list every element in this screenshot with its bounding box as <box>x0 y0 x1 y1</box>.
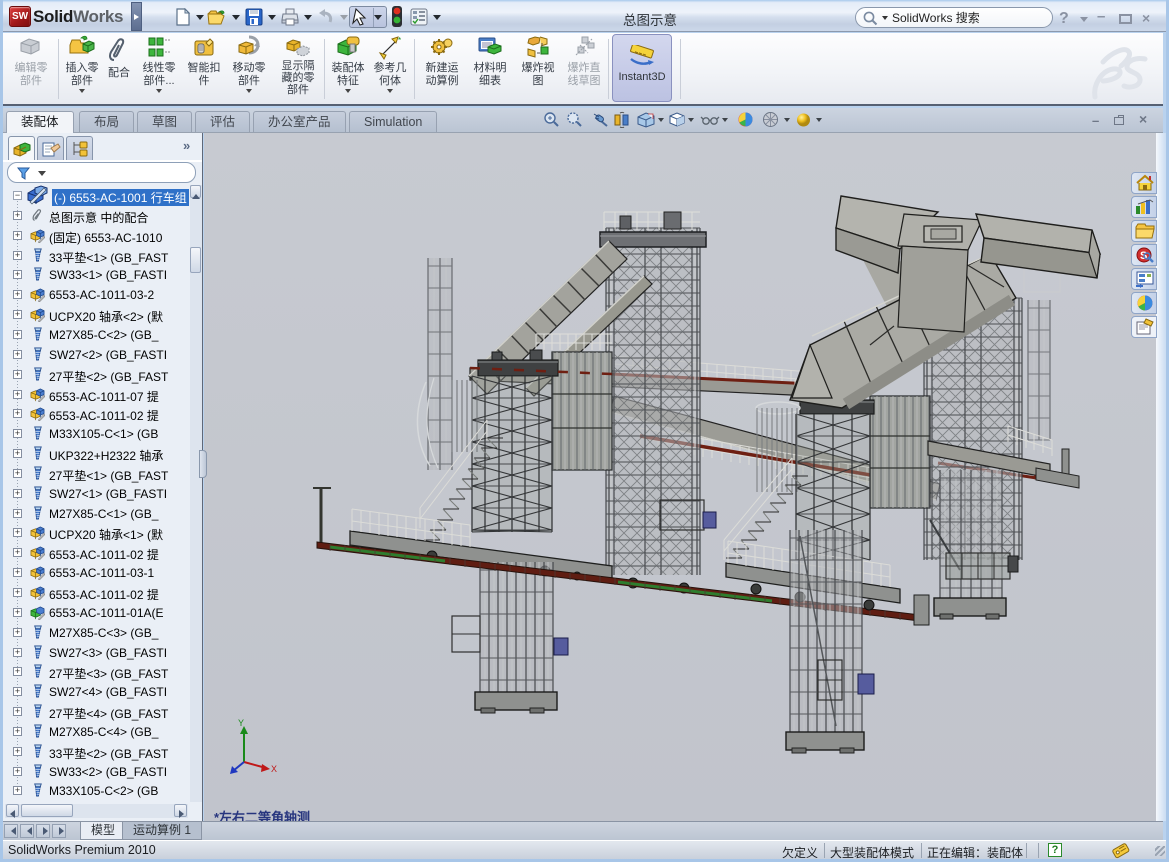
svg-text:*: * <box>398 36 401 45</box>
svg-text:X: X <box>271 764 277 774</box>
svg-text:Y: Y <box>238 718 244 728</box>
